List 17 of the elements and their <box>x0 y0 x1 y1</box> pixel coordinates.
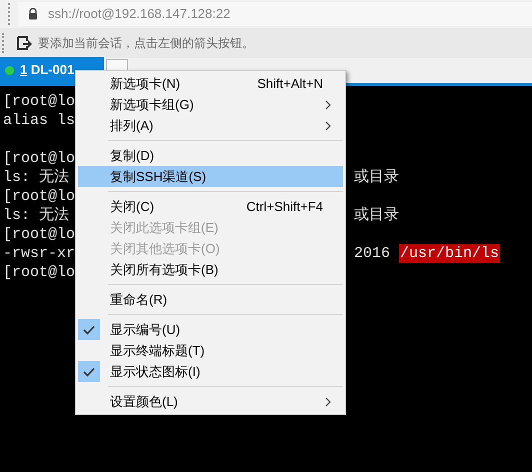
highlighted-path-text: /usr/bin/ls <box>399 244 500 263</box>
terminal-text: -rwsr-xr <box>3 245 76 262</box>
terminal-text: 或目录 <box>354 168 399 187</box>
terminal-text: ls: 无法 <box>3 207 70 224</box>
terminal-text: [root@lo <box>3 264 76 281</box>
terminal-text: alias ls <box>3 112 76 129</box>
terminal-text: [root@lo <box>3 226 76 243</box>
terminal-text: ls: 无法 <box>3 169 70 186</box>
shortcut-text: Ctrl+Shift+F4 <box>246 198 323 216</box>
hint-text: 要添加当前会话，点击左侧的箭头按钮。 <box>38 35 254 52</box>
terminal-text: [root@lo <box>3 150 76 167</box>
address-text: ssh://root@192.168.147.128:22 <box>48 5 230 24</box>
shortcut-text: Shift+Alt+N <box>257 74 323 93</box>
terminal-text: [root@lo <box>3 93 76 110</box>
terminal-text: 2016 <box>354 244 390 263</box>
terminal-text: 或目录 <box>354 206 399 225</box>
terminal-text: [root@lo <box>3 188 76 205</box>
